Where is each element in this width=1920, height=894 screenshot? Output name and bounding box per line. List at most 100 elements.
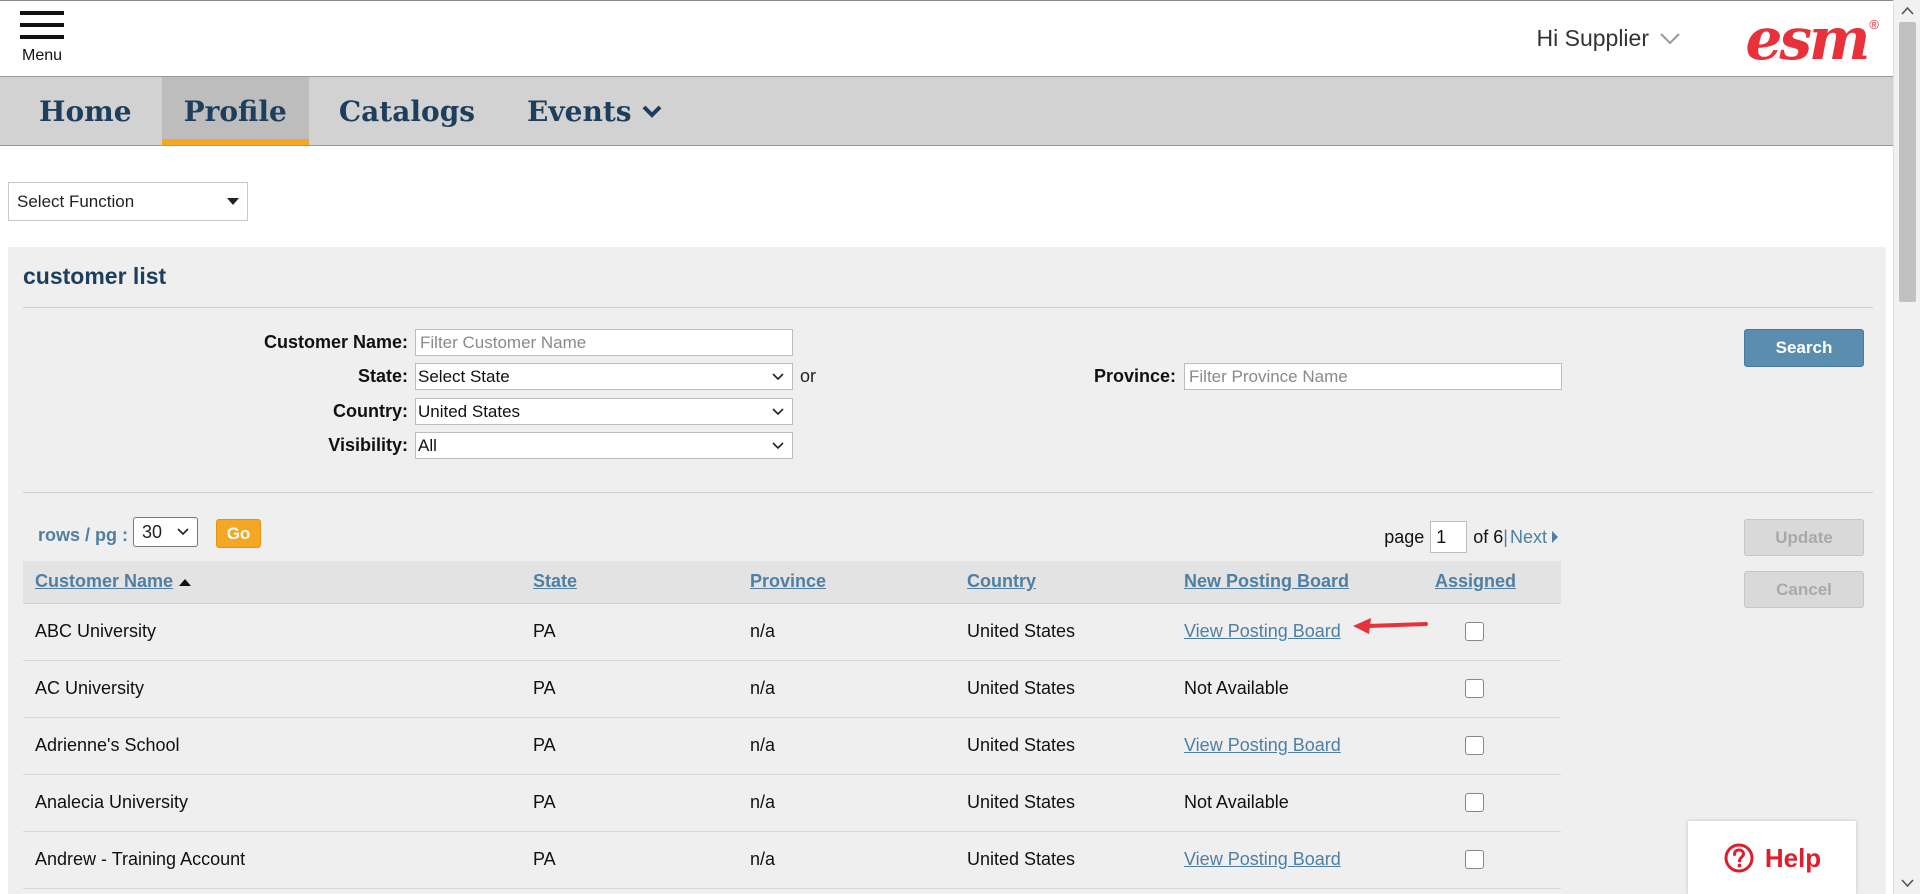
chevron-down-icon [177,528,189,536]
nav-home[interactable]: Home [17,77,154,145]
cell-customer-name: Andrew - Training Account [23,831,521,889]
page-number-input[interactable]: 1 [1430,521,1468,553]
esm-logo: esm ® [1745,9,1879,69]
customer-name-input[interactable]: Filter Customer Name [415,329,793,356]
chevron-down-icon [1660,32,1680,44]
cell-customer-name: ABC University [23,603,521,661]
state-label: State: [357,366,408,386]
country-select[interactable]: United States [415,398,793,425]
state-select[interactable]: Select State [415,363,793,390]
scrollbar-thumb[interactable] [1899,22,1916,302]
or-text: or [800,366,817,386]
assigned-checkbox[interactable] [1465,678,1484,698]
table-row: AC University PA n/a United States Not A… [23,660,1561,718]
cell-state: PA [521,774,738,832]
sort-province-link[interactable]: Province [750,571,826,591]
assigned-checkbox[interactable] [1465,735,1484,755]
page-label: page [1384,526,1425,547]
divider [23,307,1873,308]
cell-country: United States [955,717,1172,775]
cell-posting-board: View Posting Board [1172,831,1423,889]
state-select-value: Select State [418,366,510,386]
view-posting-board-link[interactable]: View Posting Board [1184,735,1341,755]
nav-events[interactable]: Events [505,77,683,145]
assigned-checkbox[interactable] [1465,792,1484,812]
view-posting-board-link[interactable]: View Posting Board [1184,621,1341,641]
cell-province: n/a [738,774,955,832]
sort-assigned-link[interactable]: Assigned [1435,571,1516,591]
scroll-up-icon[interactable] [1901,6,1914,16]
page-count: of 6 [1473,526,1504,547]
pagination: page 1 of 6 | Next [1384,521,1559,553]
select-function-value: Select Function [17,191,135,211]
vertical-scrollbar[interactable] [1893,0,1920,894]
cancel-button[interactable]: Cancel [1744,571,1864,608]
sort-country-link[interactable]: Country [967,571,1036,591]
next-page-link[interactable]: Next [1510,527,1559,548]
province-label: Province: [1093,366,1176,386]
sort-customer-name-link[interactable]: Customer Name [35,571,173,591]
cell-posting-board: View Posting Board [1172,717,1423,775]
nav-profile-label: Profile [183,94,287,128]
registered-mark: ® [1869,17,1879,32]
nav-profile[interactable]: Profile [161,77,309,145]
rows-per-page-select[interactable]: 30 [133,517,198,547]
cell-assigned [1423,831,1561,889]
select-function-dropdown[interactable]: Select Function [8,182,248,221]
assigned-checkbox[interactable] [1465,621,1484,641]
table-row: Analecia University PA n/a United States… [23,774,1561,832]
column-header-province: Province [738,561,955,604]
nav-home-label: Home [39,94,132,128]
column-header-posting-board: New Posting Board [1172,561,1423,604]
table-header-row: Customer Name State Province Country New… [23,561,1561,604]
rows-per-page-label: rows / pg : [38,525,128,545]
menu-button[interactable]: Menu [18,11,66,65]
sort-state-link[interactable]: State [533,571,577,591]
cell-province: n/a [738,603,955,661]
search-button[interactable]: Search [1744,329,1864,367]
caret-down-icon [227,198,239,205]
visibility-select[interactable]: All [415,432,793,459]
chevron-down-icon [772,441,784,449]
view-posting-board-link[interactable]: View Posting Board [1184,849,1341,869]
cell-state: PA [521,831,738,889]
cell-country: United States [955,831,1172,889]
cell-country: United States [955,774,1172,832]
country-select-value: United States [418,401,521,421]
assigned-checkbox[interactable] [1465,849,1484,869]
cell-assigned [1423,603,1561,661]
question-circle-icon [1724,843,1754,873]
column-header-customer-name: Customer Name [23,561,521,604]
cell-province: n/a [738,831,955,889]
table-row: ABC University PA n/a United States View… [23,603,1561,661]
cell-assigned [1423,717,1561,775]
sort-ascending-icon [179,579,192,586]
caret-right-icon [1552,531,1558,543]
divider [23,492,1873,493]
menu-label: Menu [21,47,63,64]
cell-province: n/a [738,660,955,718]
nav-catalogs[interactable]: Catalogs [317,77,497,145]
panel-title: customer list [23,263,167,289]
cell-customer-name: Analecia University [23,774,521,832]
help-button[interactable]: Help [1688,821,1856,894]
cell-assigned [1423,774,1561,832]
customer-list-panel: customer list Customer Name: Filter Cust… [8,247,1886,894]
cell-country: United States [955,660,1172,718]
greeting-text: Hi Supplier [1536,25,1650,51]
sort-posting-board-link[interactable]: New Posting Board [1184,571,1349,591]
cell-assigned [1423,660,1561,718]
nav-events-label: Events [527,94,632,128]
customer-table: Customer Name State Province Country New… [23,561,1561,889]
province-input[interactable]: Filter Province Name [1184,363,1562,390]
table-row: Adrienne's School PA n/a United States V… [23,717,1561,775]
page: Menu Hi Supplier esm ® Home Profile Cata… [0,0,1893,894]
go-button[interactable]: Go [216,519,261,548]
scroll-down-icon[interactable] [1901,878,1914,888]
update-button[interactable]: Update [1744,519,1864,556]
user-menu[interactable]: Hi Supplier [1537,25,1682,52]
visibility-select-value: All [418,435,437,455]
function-row: Select Function [0,146,1893,248]
column-header-assigned: Assigned [1423,561,1561,604]
cell-customer-name: AC University [23,660,521,718]
